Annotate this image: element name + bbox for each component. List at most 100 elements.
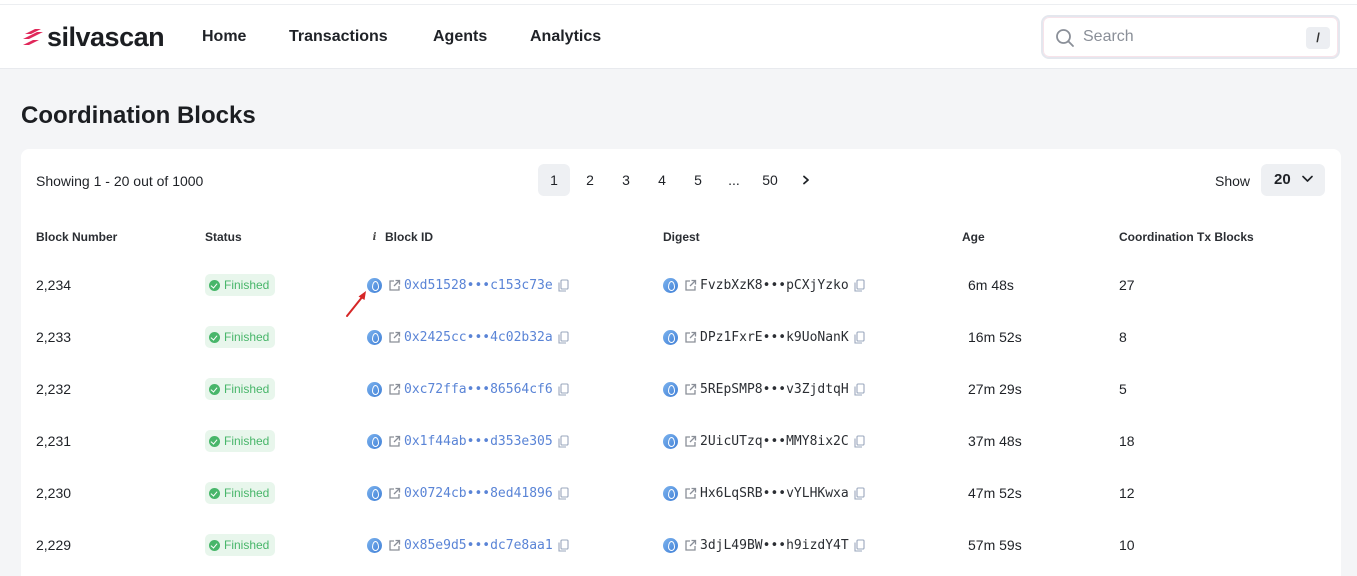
block-id-link[interactable]: 0xc72ffa•••86564cf6 [404,382,553,397]
copy-icon[interactable] [854,330,865,344]
page-2-button[interactable]: 2 [574,164,606,196]
chain-icon[interactable] [663,433,678,449]
block-number[interactable]: 2,231 [36,415,71,467]
digest-value[interactable]: 5REpSMP8•••v3ZjdtqH [700,382,849,397]
page-size-select[interactable]: 20 [1261,164,1325,196]
digest-value[interactable]: 3djL49BW•••h9izdY4T [700,538,849,553]
status-badge: Finished [205,274,276,296]
copy-icon[interactable] [558,434,569,448]
age-value: 27m 29s [968,381,1022,397]
chain-icon[interactable] [663,329,678,345]
status-label: Finished [224,382,270,396]
chain-icon[interactable] [367,277,382,293]
table-row[interactable]: 2,230 Finished 0x0724cb•••8ed41896 Hx6LqSRB… [21,467,1341,519]
block-id-link[interactable]: 0x2425cc•••4c02b32a [404,330,553,345]
pagination: 1 2 3 4 5 ... 50 [538,164,822,196]
chain-icon[interactable] [663,485,678,501]
check-icon [209,383,220,395]
page-50-button[interactable]: 50 [754,164,786,196]
copy-icon[interactable] [558,382,569,396]
nav-transactions[interactable]: Transactions [289,28,388,46]
chain-icon[interactable] [367,537,382,553]
block-id-link[interactable]: 0xd51528•••c153c73e [404,278,553,293]
brand-logo[interactable]: silvascan [21,22,165,52]
status-cell: Finished [205,259,276,311]
block-number[interactable]: 2,232 [36,363,71,415]
copy-icon[interactable] [854,538,865,552]
external-link-icon[interactable] [684,279,697,292]
chain-icon[interactable] [663,537,678,553]
block-number[interactable]: 2,230 [36,467,71,519]
block-number[interactable]: 2,234 [36,259,71,311]
digest-value[interactable]: Hx6LqSRB•••vYLHKwxa [700,486,849,501]
table-row[interactable]: 2,229 Finished 0x85e9d5•••dc7e8aa1 3djL49BW… [21,519,1341,571]
external-link-icon[interactable] [684,539,697,552]
nav-agents[interactable]: Agents [433,28,487,46]
age-value: 16m 52s [968,329,1022,345]
copy-icon[interactable] [558,278,569,292]
external-link-icon[interactable] [684,383,697,396]
search-box[interactable]: / [1041,15,1340,59]
block-id-link[interactable]: 0x0724cb•••8ed41896 [404,486,553,501]
copy-icon[interactable] [558,486,569,500]
digest-value[interactable]: FvzbXzK8•••pCXjYzko [700,278,849,293]
block-id-cell: 0x2425cc•••4c02b32a [367,311,569,363]
table-row[interactable]: 2,234 Finished 0xd51528•••c153c73e FvzbXzK8… [21,259,1341,311]
status-badge: Finished [205,378,276,400]
search-icon [1056,29,1074,47]
page-size-value: 20 [1274,171,1291,188]
copy-icon[interactable] [854,278,865,292]
info-icon[interactable]: i [369,231,380,243]
copy-icon[interactable] [854,486,865,500]
status-cell: Finished [205,467,276,519]
digest-value[interactable]: 2UicUTzq•••MMY8ix2C [700,434,849,449]
copy-icon[interactable] [558,330,569,344]
table-row[interactable]: 2,233 Finished 0x2425cc•••4c02b32a DPz1FxrE… [21,311,1341,363]
table-row[interactable]: 2,231 Finished 0x1f44ab•••d353e305 2UicUTzq… [21,415,1341,467]
block-id-cell: 0xd51528•••c153c73e [367,259,569,311]
digest-value[interactable]: DPz1FxrE•••k9UoNanK [700,330,849,345]
column-header-status: Status [205,230,242,244]
block-id-link[interactable]: 0x1f44ab•••d353e305 [404,434,553,449]
external-link-icon[interactable] [684,435,697,448]
page-4-button[interactable]: 4 [646,164,678,196]
external-link-icon[interactable] [388,331,401,344]
chain-icon[interactable] [367,433,382,449]
external-link-icon[interactable] [388,279,401,292]
nav-analytics[interactable]: Analytics [530,28,601,46]
page-1-button[interactable]: 1 [538,164,570,196]
chain-icon[interactable] [663,277,678,293]
copy-icon[interactable] [854,382,865,396]
page-3-button[interactable]: 3 [610,164,642,196]
block-id-link[interactable]: 0x85e9d5•••dc7e8aa1 [404,538,553,553]
external-link-icon[interactable] [388,539,401,552]
copy-icon[interactable] [854,434,865,448]
table-row[interactable]: 2,232 Finished 0xc72ffa•••86564cf6 5REpSMP8… [21,363,1341,415]
page-5-button[interactable]: 5 [682,164,714,196]
chain-icon[interactable] [367,381,382,397]
page-title: Coordination Blocks [21,102,256,129]
status-badge: Finished [205,430,276,452]
digest-cell: 5REpSMP8•••v3ZjdtqH [663,363,865,415]
block-number[interactable]: 2,229 [36,519,71,571]
block-id-cell: 0x85e9d5•••dc7e8aa1 [367,519,569,571]
copy-icon[interactable] [558,538,569,552]
chain-icon[interactable] [367,329,382,345]
external-link-icon[interactable] [684,487,697,500]
age-value: 57m 59s [968,537,1022,553]
external-link-icon[interactable] [388,383,401,396]
chain-icon[interactable] [367,485,382,501]
external-link-icon[interactable] [684,331,697,344]
external-link-icon[interactable] [388,435,401,448]
block-number[interactable]: 2,233 [36,311,71,363]
status-label: Finished [224,486,270,500]
external-link-icon[interactable] [388,487,401,500]
next-page-button[interactable] [790,164,822,196]
search-input[interactable] [1083,25,1303,49]
digest-cell: FvzbXzK8•••pCXjYzko [663,259,865,311]
column-header-digest: Digest [663,230,700,244]
chain-icon[interactable] [663,381,678,397]
status-label: Finished [224,434,270,448]
status-label: Finished [224,330,270,344]
nav-home[interactable]: Home [202,28,246,46]
